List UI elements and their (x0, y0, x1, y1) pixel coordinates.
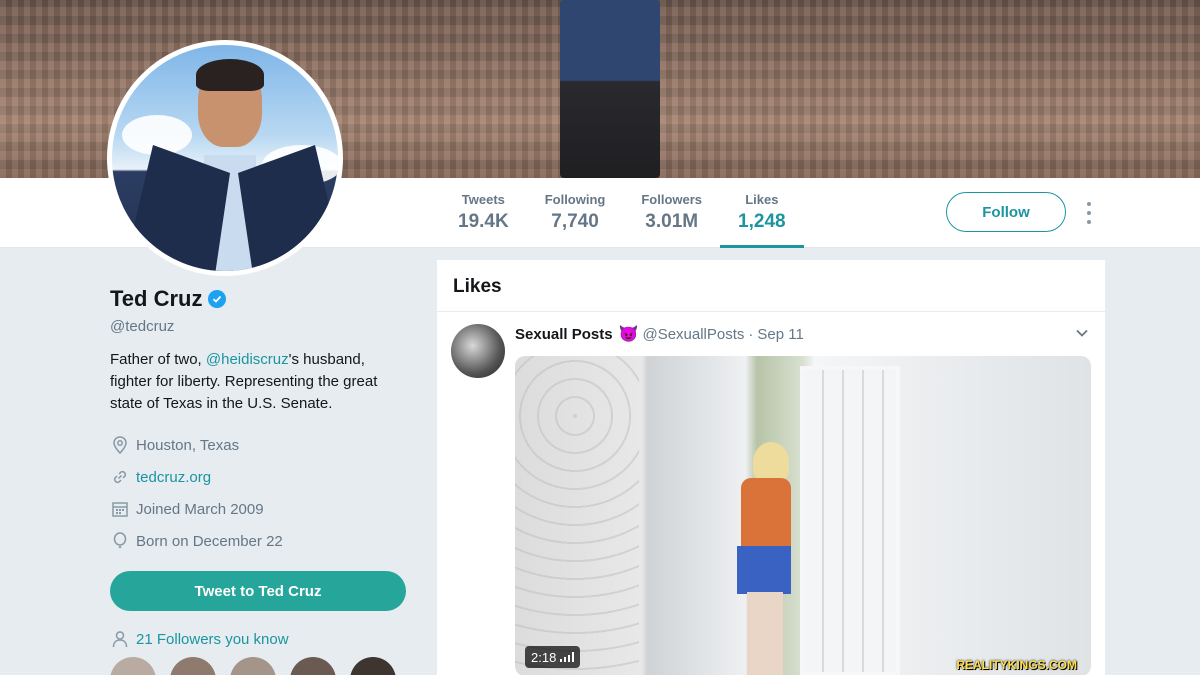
followers-you-know-text: 21 Followers you know (136, 630, 289, 648)
tweet-separator: · (748, 325, 754, 343)
profile-meta: Houston, Texas tedcruz.org Joined March … (110, 429, 410, 557)
timeline-title: Likes (437, 260, 1105, 312)
signal-bars-icon (560, 652, 575, 662)
stat-label: Likes (745, 192, 779, 207)
balloon-icon (110, 531, 130, 551)
profile-bio: Father of two, @heidiscruz's husband, fi… (110, 351, 378, 412)
followers-you-know-avatars (110, 657, 410, 675)
stat-value: 3.01M (645, 211, 699, 232)
tweet-video-media[interactable]: 2:18 REALITYKINGS.COM (515, 356, 1091, 675)
profile-card: Ted Cruz @tedcruz Father of two, @heidis… (110, 286, 410, 675)
devil-emoji-icon: 😈 (618, 326, 639, 343)
profile-handle[interactable]: @tedcruz (110, 318, 410, 335)
follower-avatar[interactable] (110, 657, 156, 675)
followers-you-know-link[interactable]: 21 Followers you know (110, 629, 410, 649)
video-person-figure (731, 442, 801, 675)
stat-likes[interactable]: Likes 1,248 (720, 178, 804, 248)
stat-value: 1,248 (738, 211, 786, 232)
stat-tweets[interactable]: Tweets 19.4K (440, 178, 527, 248)
stat-value: 19.4K (458, 211, 509, 232)
follower-avatar[interactable] (230, 657, 276, 675)
profile-name[interactable]: Ted Cruz (110, 286, 202, 312)
tweet-author-name[interactable]: Sexuall Posts (515, 326, 613, 343)
likes-timeline: Likes Sexuall Posts 😈 @SexuallPosts · Se… (437, 260, 1105, 675)
birthday-text: Born on December 22 (136, 532, 283, 550)
website-link[interactable]: tedcruz.org (136, 469, 211, 486)
location-pin-icon (110, 435, 130, 455)
chevron-down-icon[interactable] (1075, 326, 1089, 340)
banner-speaker-figure (560, 0, 660, 178)
stat-following[interactable]: Following 7,740 (527, 178, 624, 248)
link-icon (110, 467, 130, 487)
tweet-author-handle[interactable]: @SexuallPosts (642, 326, 744, 343)
stat-value: 7,740 (551, 211, 599, 232)
video-duration-badge: 2:18 (525, 646, 581, 668)
door-image (800, 366, 900, 675)
follower-avatar[interactable] (170, 657, 216, 675)
verified-badge-icon (208, 290, 227, 308)
follow-button[interactable]: Follow (946, 192, 1066, 232)
tweet-to-button[interactable]: Tweet to Ted Cruz (110, 571, 406, 611)
location-text: Houston, Texas (136, 436, 240, 454)
video-watermark-logo: REALITYKINGS.COM (956, 658, 1077, 672)
bio-mention-link[interactable]: @heidiscruz (206, 351, 289, 368)
more-options-icon[interactable] (1082, 202, 1096, 224)
follower-avatar[interactable] (290, 657, 336, 675)
joined-date: Joined March 2009 (136, 500, 264, 518)
person-icon (110, 629, 130, 649)
profile-stats: Tweets 19.4K Following 7,740 Followers 3… (440, 178, 804, 248)
avatar[interactable] (107, 40, 343, 276)
stat-followers[interactable]: Followers 3.01M (623, 178, 720, 248)
calendar-icon (110, 499, 130, 519)
stat-label: Following (544, 192, 606, 207)
tweet[interactable]: Sexuall Posts 😈 @SexuallPosts · Sep 11 2… (437, 312, 1105, 675)
tweet-timestamp[interactable]: Sep 11 (757, 326, 803, 343)
stat-label: Tweets (461, 192, 505, 207)
follower-avatar[interactable] (350, 657, 396, 675)
stat-label: Followers (641, 192, 703, 207)
tweet-author-avatar[interactable] (451, 324, 505, 378)
